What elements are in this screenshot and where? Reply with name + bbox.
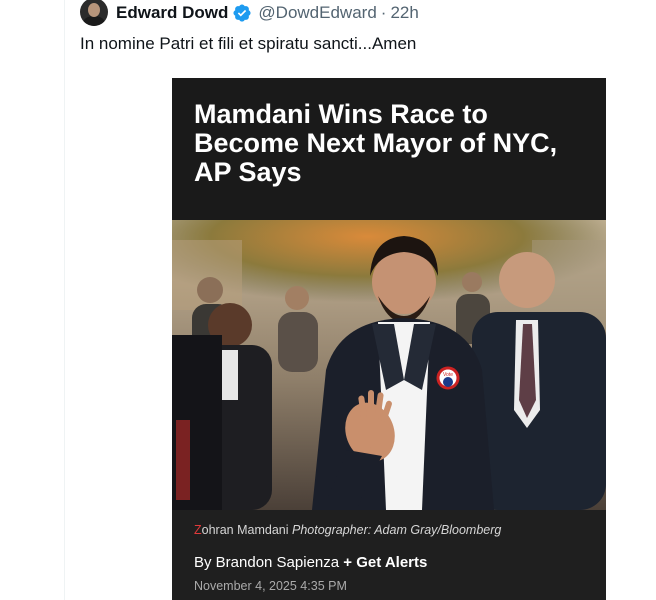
article-headline: Mamdani Wins Race to Become Next Mayor o… <box>194 99 558 187</box>
photo-caption: Zohran Mamdani Photographer: Adam Gray/B… <box>194 523 501 537</box>
author-handle[interactable]: @DowdEdward <box>258 3 376 23</box>
tweet-media-image[interactable]: Mamdani Wins Race to Become Next Mayor o… <box>172 78 606 600</box>
article-photo: Vote <box>172 220 606 510</box>
tweet-text: In nomine Patri et fili et spiratu sanct… <box>80 34 417 53</box>
caption-first-letter: Z <box>194 523 202 537</box>
caption-subject: ohran Mamdani <box>201 523 289 537</box>
tweet-header: Edward Dowd @DowdEdward · 22h <box>80 0 419 26</box>
separator-dot: · <box>380 3 387 22</box>
article-caption-area: Zohran Mamdani Photographer: Adam Gray/B… <box>172 510 606 600</box>
article-date: November 4, 2025 4:35 PM <box>194 579 347 593</box>
caption-photographer: Photographer: Adam Gray/Bloomberg <box>291 523 502 537</box>
byline-author: By Brandon Sapienza <box>194 554 340 571</box>
byline: By Brandon Sapienza + Get Alerts <box>194 554 427 571</box>
get-alerts-link: + Get Alerts <box>343 554 428 571</box>
vote-button-text: Vote <box>443 372 453 378</box>
tweet-timestamp[interactable]: 22h <box>390 3 418 23</box>
article-header: Mamdani Wins Race to Become Next Mayor o… <box>172 78 606 220</box>
avatar[interactable] <box>80 0 108 26</box>
verified-badge-icon[interactable] <box>232 3 252 23</box>
author-name[interactable]: Edward Dowd <box>116 3 228 23</box>
thread-divider <box>64 0 65 600</box>
